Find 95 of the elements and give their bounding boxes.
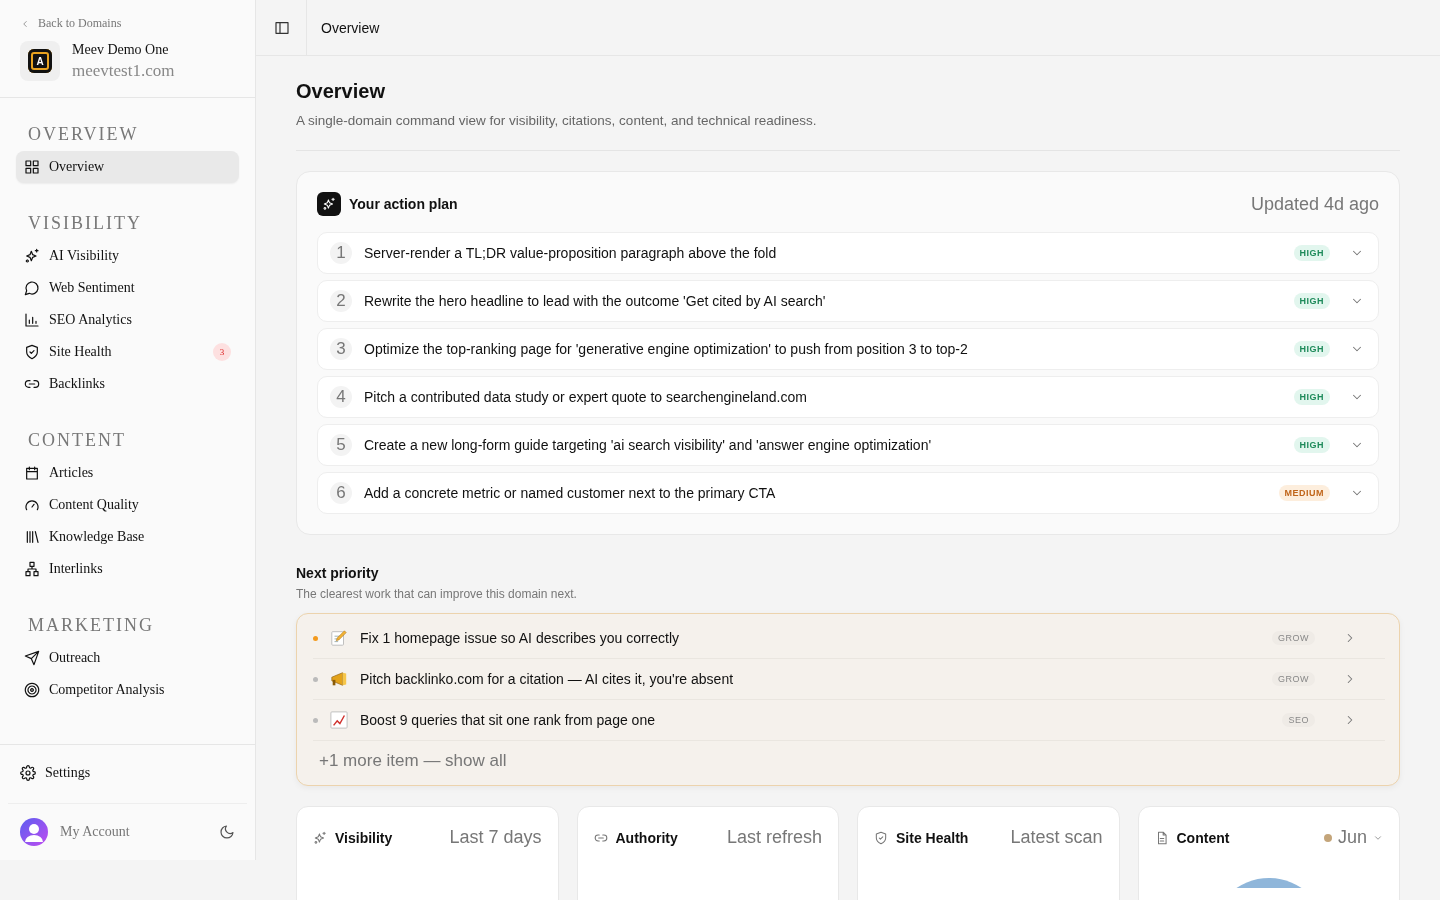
hierarchy-icon: [24, 561, 40, 577]
shield-icon: [24, 344, 40, 360]
books-icon: [24, 529, 40, 545]
sidebar-item[interactable]: Articles: [16, 457, 239, 489]
month-dropdown[interactable]: Jun: [1323, 827, 1383, 848]
settings-icon: [20, 765, 36, 781]
step-number: 2: [330, 290, 352, 312]
target-icon: [24, 682, 40, 698]
action-item[interactable]: 2 Rewrite the hero headline to lead with the outcome 'Get cited by AI search' HIGH: [317, 280, 1379, 322]
memo-icon: [330, 629, 348, 647]
bar-chart-icon: [24, 312, 40, 328]
sidebar-item[interactable]: Outreach: [16, 642, 239, 674]
page-title: Overview: [296, 80, 386, 103]
action-text: Optimize the top-ranking page for 'generative engine optimization' to push from position 3 to top-2: [364, 341, 969, 357]
action-text: Rewrite the hero headline to lead with the outcome 'Get cited by AI search': [364, 293, 827, 309]
sidebar-item[interactable]: Interlinks: [16, 553, 239, 585]
show-all-link[interactable]: +1 more item — show all: [313, 741, 1385, 779]
sidebar-item[interactable]: Knowledge Base: [16, 521, 239, 553]
line-chart-icon: [330, 711, 348, 729]
step-number: 6: [330, 482, 352, 504]
page-breadcrumb: Overview: [321, 19, 380, 36]
card-meta: Last 7 days: [449, 827, 542, 848]
chevron-left-icon: [20, 18, 30, 29]
card-title: Visibility: [335, 829, 393, 846]
sparkle-icon: [313, 830, 327, 845]
page-subtitle: A single-domain command view for visibility, citations, content, and technical readiness.: [296, 113, 818, 128]
sidebar-item[interactable]: AI Visibility: [16, 240, 239, 272]
settings-link[interactable]: Settings: [12, 757, 243, 789]
avatar: [20, 818, 48, 846]
priority-tag: HIGH: [1293, 389, 1330, 405]
sidebar-item[interactable]: Overview: [16, 151, 239, 183]
calendar-icon: [24, 465, 40, 481]
paper-plane-icon: [24, 650, 40, 666]
moon-icon: [219, 824, 235, 840]
card-title: Site Health: [896, 829, 969, 846]
category-tag: SEO: [1282, 713, 1315, 727]
theme-toggle[interactable]: [219, 824, 235, 840]
card-meta: Latest scan: [1010, 827, 1103, 848]
sidebar-item[interactable]: Web Sentiment: [16, 272, 239, 304]
priority-text: Pitch backlinko.com for a citation — AI cites it, you're absent: [360, 671, 735, 687]
section-title: Next priority: [296, 565, 380, 581]
card-title: Authority: [615, 829, 678, 846]
section-heading: OVERVIEW: [27, 123, 140, 146]
section-heading: VISIBILITY: [27, 212, 143, 235]
domain-name: Meev Demo One: [72, 41, 170, 58]
sidebar-item[interactable]: SEO Analytics: [16, 304, 239, 336]
domain-logo: A: [20, 41, 60, 81]
priority-tag: HIGH: [1293, 341, 1330, 357]
priority-item[interactable]: Boost 9 queries that sit one rank from page one SEO: [313, 700, 1385, 741]
speech-bubble-icon: [24, 280, 40, 296]
card-title: Content: [1176, 829, 1230, 846]
category-tag: GROW: [1272, 631, 1315, 645]
priority-tag: HIGH: [1293, 293, 1330, 309]
action-item[interactable]: 1 Server-render a TL;DR value-proposition paragraph above the fold HIGH: [317, 232, 1379, 274]
action-item[interactable]: 3 Optimize the top-ranking page for 'generative engine optimization' to push from position 3 to top-2 HIGH: [317, 328, 1379, 370]
grid-icon: [24, 159, 40, 175]
card-title: Your action plan: [349, 196, 458, 212]
updated-time: Updated 4d ago: [1250, 193, 1379, 215]
domain-url: meevtest1.com: [72, 60, 175, 81]
sidebar-item[interactable]: Competitor Analysis: [16, 674, 239, 706]
priority-item[interactable]: Fix 1 homepage issue so AI describes you correctly GROW: [313, 618, 1385, 659]
priority-tag: HIGH: [1293, 245, 1330, 261]
gauge-icon: [24, 497, 40, 513]
step-number: 4: [330, 386, 352, 408]
priority-item[interactable]: Pitch backlinko.com for a citation — AI cites it, you're absent GROW: [313, 659, 1385, 700]
sidebar-item[interactable]: Site Health 3: [16, 336, 239, 368]
section-heading: MARKETING: [27, 614, 155, 637]
step-number: 5: [330, 434, 352, 456]
sparkle-icon: [317, 192, 341, 216]
action-item[interactable]: 4 Pitch a contributed data study or expert quote to searchengineland.com HIGH: [317, 376, 1379, 418]
section-heading: CONTENT: [27, 429, 127, 452]
section-subtitle: The clearest work that can improve this domain next.: [296, 587, 578, 601]
priority-text: Fix 1 homepage issue so AI describes you correctly: [360, 630, 681, 646]
sidebar-item[interactable]: Backlinks: [16, 368, 239, 400]
priority-tag: HIGH: [1293, 437, 1330, 453]
step-number: 1: [330, 242, 352, 264]
shield-icon: [874, 830, 888, 845]
priority-tag: MEDIUM: [1278, 485, 1330, 501]
card-meta: Last refresh: [726, 827, 822, 848]
panel-icon: [273, 19, 290, 36]
action-text: Add a concrete metric or named customer next to the primary CTA: [364, 485, 777, 501]
sidebar-item[interactable]: Content Quality: [16, 489, 239, 521]
count-badge: 3: [213, 343, 231, 361]
sparkle-icon: [24, 248, 40, 264]
account-link[interactable]: My Account: [60, 824, 130, 840]
action-text: Create a new long-form guide targeting 'ai search visibility' and 'answer engine optimization': [364, 437, 933, 453]
action-text: Server-render a TL;DR value-proposition paragraph above the fold: [364, 245, 778, 261]
action-item[interactable]: 5 Create a new long-form guide targeting 'ai search visibility' and 'answer engine optimization' HIGH: [317, 424, 1379, 466]
back-link[interactable]: Back to Domains: [20, 16, 235, 31]
priority-text: Boost 9 queries that sit one rank from page one: [360, 712, 656, 728]
megaphone-icon: [330, 670, 348, 688]
step-number: 3: [330, 338, 352, 360]
action-text: Pitch a contributed data study or expert quote to searchengineland.com: [364, 389, 808, 405]
action-item[interactable]: 6 Add a concrete metric or named customer next to the primary CTA MEDIUM: [317, 472, 1379, 514]
category-tag: GROW: [1272, 672, 1315, 686]
